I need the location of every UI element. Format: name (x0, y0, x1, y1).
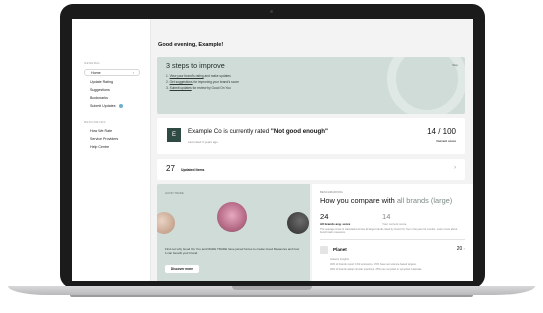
step-text: and make updates (203, 74, 231, 78)
brand-logo: E (167, 128, 181, 142)
step-link[interactable]: View your brand's rating (170, 74, 204, 78)
last-rated-text: Last rated 3 years ago (188, 140, 218, 144)
page-title: Good evening, Example! (158, 42, 224, 48)
sidebar-item-label: Update Rating (90, 79, 113, 84)
industry-insight: 40% of brands report CO2 emissions. 15% … (330, 263, 417, 266)
step-number: 3. (166, 86, 169, 90)
benchmark-eyebrow: BENCHMARKING (320, 190, 343, 194)
sidebar-item-update-rating[interactable]: Update Rating (84, 78, 140, 85)
sidebar-item-label: Suggestions (90, 87, 110, 92)
rating-prefix: Example Co is currently rated (188, 128, 271, 135)
planet-icon (320, 246, 328, 254)
benchmark-title: How you compare with all brands (large) (320, 196, 452, 205)
sidebar-section-resources: RESOURCES (84, 120, 106, 124)
planet-score-value: 20 (456, 246, 463, 252)
sidebar-item-label: Home (91, 70, 101, 75)
current-score: 14 / 100 (427, 127, 456, 136)
updated-items-count: 27 (166, 164, 175, 173)
benchmark-title-prefix: How you compare with (320, 196, 397, 205)
rating-value: "Not good enough" (270, 128, 328, 135)
sidebar-item-help-centre[interactable]: Help Centre (84, 143, 140, 150)
laptop-foot (70, 295, 473, 297)
step-item: 3. Submit updates for review by Good On … (166, 86, 231, 90)
planet-score[interactable]: 20 › (457, 246, 465, 252)
divider (320, 239, 465, 240)
sidebar-item-suggestions[interactable]: Suggestions (84, 86, 140, 93)
sidebar-item-service-providers[interactable]: Service Providers (84, 135, 140, 142)
benchmark-title-highlight: all brands (large) (396, 196, 453, 205)
step-item: 1. View your brand's rating and make upd… (166, 74, 231, 78)
step-text: for review by Good On You (191, 86, 231, 90)
promo-card: GOOD TRADE Find out why Good On You and … (157, 184, 310, 281)
promo-eyebrow: GOOD TRADE (165, 191, 184, 195)
photo-pink-jacket-image (217, 202, 247, 232)
rating-headline: Example Co is currently rated "Not good … (188, 128, 328, 135)
sidebar-item-home[interactable]: Home › (84, 69, 140, 76)
step-item: 2. Get suggestions for improving your br… (166, 80, 239, 84)
chevron-right-icon: › (463, 246, 465, 251)
step-link[interactable]: Submit updates (170, 86, 192, 90)
step-number: 2. (166, 80, 169, 84)
photo-person-image (287, 212, 309, 234)
sidebar: GENERAL Home › Update Rating Suggestions… (72, 19, 151, 281)
sidebar-item-label: Submit Updates (90, 103, 116, 108)
benchmark-card: BENCHMARKING How you compare with all br… (312, 184, 473, 281)
planet-label: Planet (333, 247, 347, 252)
steps-card: 3 steps to improve Skip 1. View your bra… (157, 57, 465, 114)
steps-title: 3 steps to improve (166, 61, 225, 70)
discover-more-button[interactable]: Discover more (165, 265, 199, 273)
step-number: 1. (166, 74, 169, 78)
current-score-value: 14 (382, 212, 391, 221)
app-screen: GENERAL Home › Update Rating Suggestions… (72, 19, 473, 281)
industry-insight: 40% of brands adopt circular practices. … (330, 268, 422, 271)
sidebar-section-general: GENERAL (84, 61, 101, 65)
sidebar-item-how-we-rate[interactable]: How We Rate (84, 127, 140, 134)
skip-button[interactable]: Skip (452, 63, 458, 67)
updated-items-card[interactable]: 27 Updated Items › (157, 159, 465, 180)
sidebar-item-label: How We Rate (90, 128, 113, 133)
avg-score-value: 24 (320, 212, 329, 221)
industry-insight: Industry Insights (330, 258, 349, 261)
sidebar-item-submit-updates[interactable]: Submit Updates (84, 102, 140, 109)
chevron-right-icon: › (132, 70, 134, 75)
step-text: for improving your brand's score (192, 80, 239, 84)
updated-items-label: Updated Items (181, 168, 205, 172)
sidebar-item-bookmarks[interactable]: Bookmarks (84, 94, 140, 101)
rating-card[interactable]: E Example Co is currently rated "Not goo… (157, 118, 465, 154)
promo-description: Find out why Good On You and MADE TRADE … (165, 247, 300, 255)
benchmark-note: The average score is calculated across a… (320, 228, 458, 235)
current-score-label: Current score (436, 139, 456, 143)
chevron-right-icon: › (454, 165, 456, 171)
current-score-sublabel: Your current score (382, 222, 407, 226)
photo-hands-image (157, 212, 175, 234)
laptop-notch (232, 286, 312, 290)
camera-icon (270, 10, 273, 13)
sidebar-item-label: Help Centre (90, 144, 110, 149)
avg-score-label: All brands avg. score (320, 222, 351, 226)
notification-dot-icon (118, 103, 123, 108)
sidebar-item-label: Bookmarks (90, 95, 108, 100)
step-link[interactable]: Get suggestions (170, 80, 193, 84)
sidebar-item-label: Service Providers (90, 136, 119, 141)
